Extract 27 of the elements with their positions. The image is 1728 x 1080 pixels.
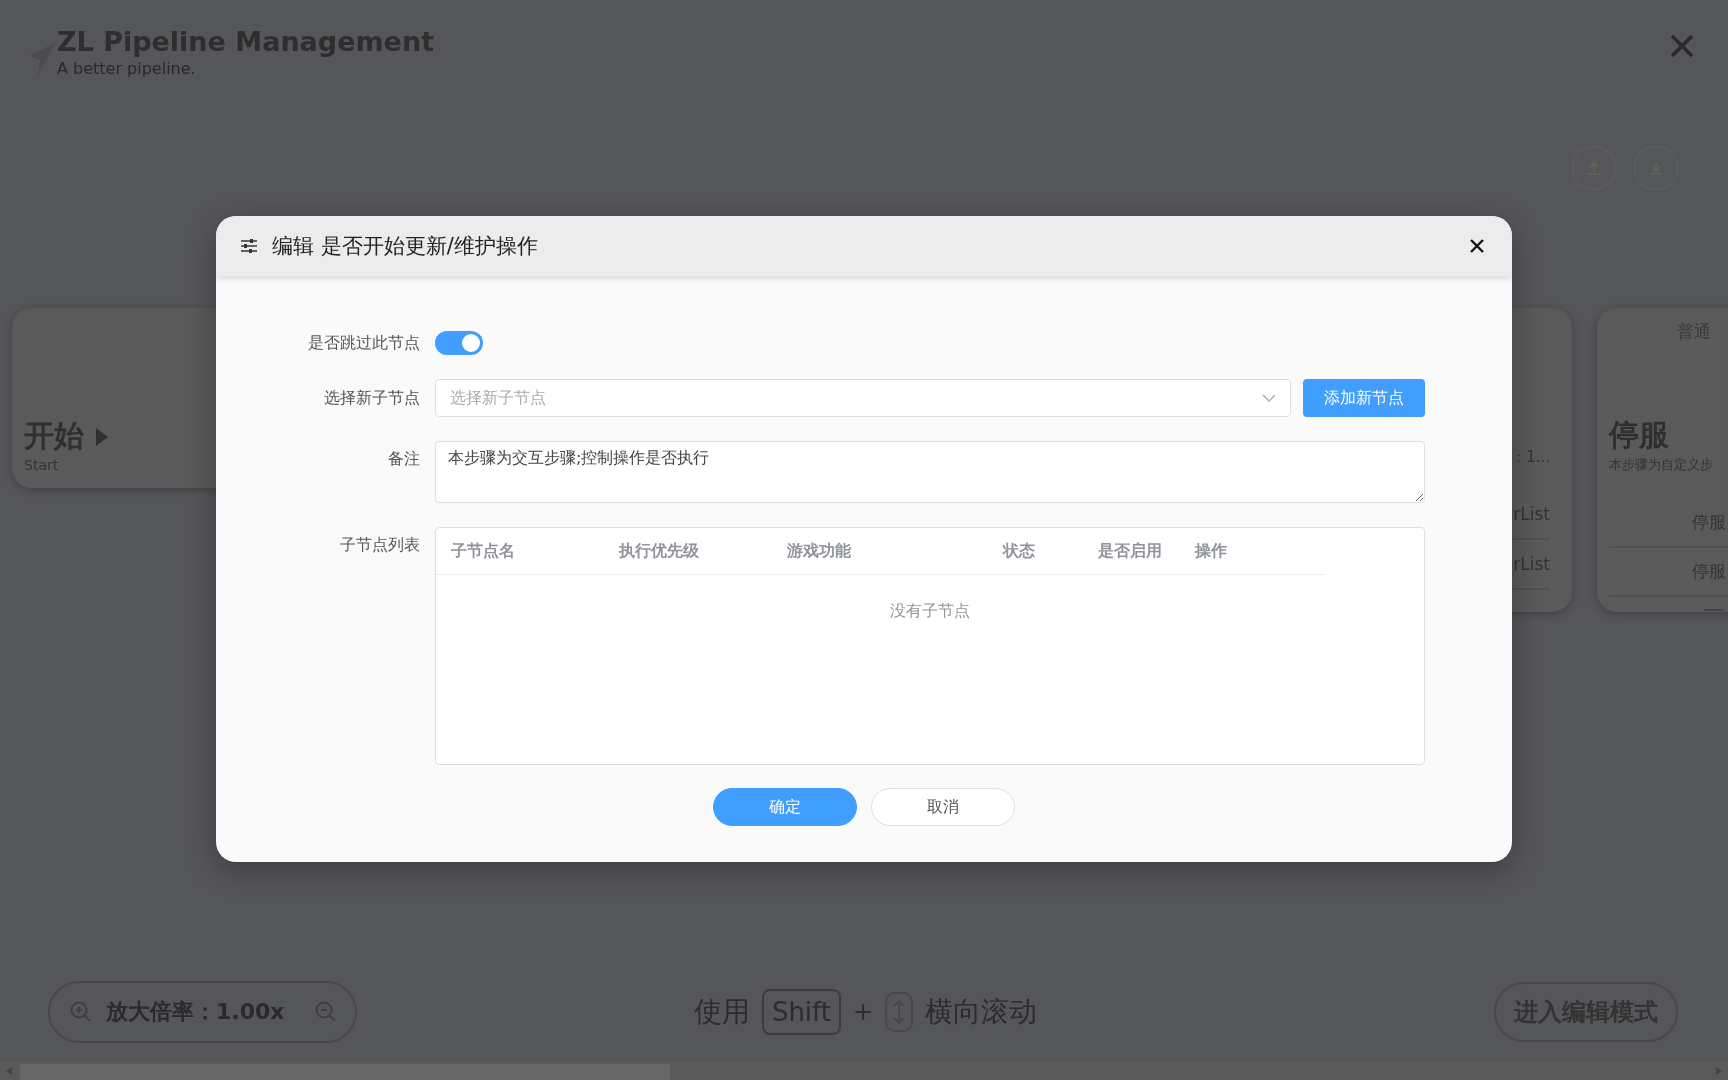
toggle-switch[interactable] xyxy=(435,331,483,355)
confirm-button[interactable]: 确定 xyxy=(713,788,857,826)
select-field[interactable]: 选择新子节点 xyxy=(435,379,1291,417)
dialog-title: 编辑 是否开始更新/维护操作 xyxy=(272,233,539,260)
sliders-icon xyxy=(240,238,258,254)
horizontal-scrollbar[interactable] xyxy=(0,1062,1728,1080)
column-header: 执行优先级 xyxy=(619,540,700,562)
column-header: 子节点名 xyxy=(451,540,516,562)
field-label: 子节点列表 xyxy=(339,534,420,556)
note-field[interactable]: 本步骤为交互步骤;控制操作是否执行 xyxy=(435,441,1425,503)
column-header: 操作 xyxy=(1195,540,1228,562)
zoom-in-icon[interactable] xyxy=(70,1001,92,1023)
field-label: 备注 xyxy=(387,448,420,470)
close-icon[interactable] xyxy=(1470,239,1484,253)
field-label: 选择新子节点 xyxy=(323,387,420,409)
chevron-down-icon xyxy=(1262,394,1276,402)
plus-sign: + xyxy=(853,998,874,1026)
add-node-button[interactable]: 添加新节点 xyxy=(1303,379,1425,417)
upload-icon xyxy=(1587,161,1601,175)
zoom-out-icon[interactable] xyxy=(315,1001,337,1023)
play-icon[interactable] xyxy=(96,427,108,446)
column-header: 游戏功能 xyxy=(787,540,852,562)
cancel-button[interactable]: 取消 xyxy=(871,788,1015,826)
column-header: 状态 xyxy=(1003,540,1036,562)
column-header: 是否启用 xyxy=(1098,540,1163,562)
empty-message: 没有子节点 xyxy=(890,601,970,622)
field-label: 是否跳过此节点 xyxy=(307,332,420,354)
